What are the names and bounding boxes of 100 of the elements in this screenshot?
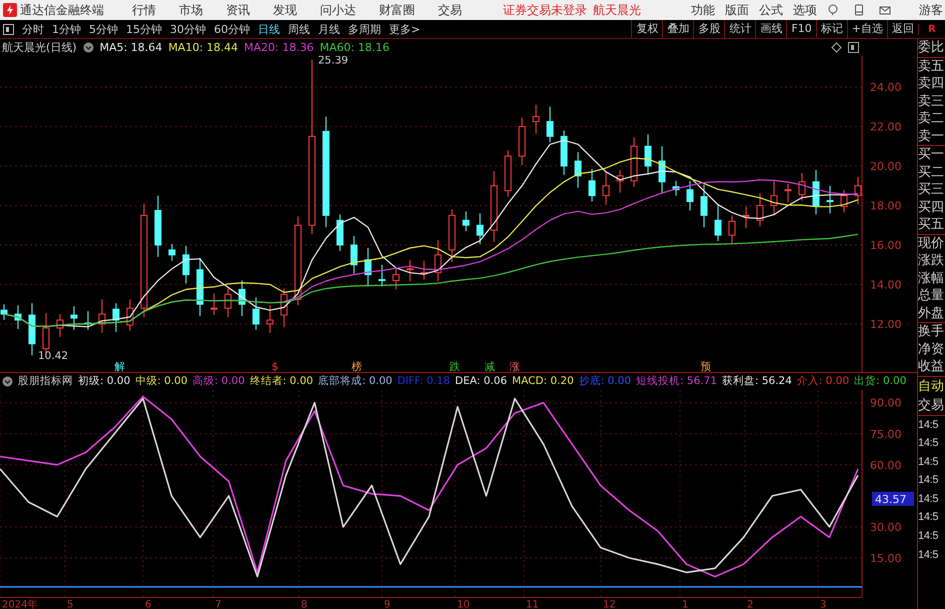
quote-field-label: 净资 [918, 340, 945, 358]
quote-field-label: 买一 [918, 146, 945, 164]
moving-average-value: MA60: 18.16 [320, 40, 390, 54]
quote-field-label: 卖一 [918, 128, 945, 145]
toolbar-button[interactable]: 复权 [631, 20, 662, 38]
signal-marker: 减 [484, 360, 496, 372]
flag-label: R [918, 24, 945, 34]
menu-item[interactable]: 财富圈 [379, 2, 415, 18]
quote-field-label: 收益 [918, 358, 945, 376]
indicator-value: DIFF: 0.18 [397, 375, 450, 388]
panel-toggle-icon[interactable] [848, 42, 859, 53]
period-tab[interactable]: 多周期 [344, 22, 385, 36]
price-axis-label: 16.00 [870, 238, 902, 252]
app-logo-icon [3, 3, 17, 17]
app-title: 通达信金融终端 [20, 2, 104, 18]
toolbar-button[interactable]: 画线 [755, 20, 786, 38]
trade-time: 14:5 [918, 436, 940, 452]
quote-field-label: 买二 [918, 164, 945, 181]
indicator-axis-label: 60.00 [870, 458, 902, 472]
price-axis-label: 22.00 [870, 120, 902, 134]
indicator-axis-label: 30.00 [870, 520, 902, 534]
toolbar-button[interactable]: F10 [786, 20, 816, 38]
indicator-value: MACD: 0.20 [512, 375, 574, 388]
period-tab[interactable]: 月线 [314, 22, 344, 36]
period-tab[interactable]: 5分钟 [85, 22, 122, 36]
indicator-value: DEA: 0.06 [455, 375, 508, 388]
function-menu-item[interactable]: 功能 [691, 2, 715, 18]
stock-name: 航天晨光 [593, 2, 641, 18]
diamond-icon[interactable] [831, 42, 842, 53]
indicator-value: 获利盘: 56.24 [722, 374, 792, 388]
dropdown-icon[interactable] [82, 42, 94, 53]
date-axis-label: 5 [67, 600, 74, 609]
signal-marker: 跌 [450, 360, 460, 372]
date-axis-label: 2 [747, 600, 754, 609]
toolbar-button[interactable]: 统计 [724, 20, 756, 38]
menu-item[interactable]: 发现 [273, 2, 297, 18]
indicator-value: 高级: 0.00 [192, 374, 245, 388]
date-axis-label: 2024年 [2, 600, 38, 609]
indicator-value: 终结者: 0.00 [250, 374, 314, 388]
trade-mode-label[interactable]: 自动 [918, 376, 945, 396]
indicator-axis-label: 75.00 [870, 428, 902, 441]
indicator-axis-label: 15.00 [870, 552, 902, 565]
toolbar-button[interactable]: +自选 [846, 20, 887, 38]
period-tab[interactable]: 日线 [254, 22, 284, 36]
menu-item[interactable]: 行情 [132, 2, 156, 18]
panel-toggle-icon[interactable] [3, 24, 14, 34]
moving-average-value: MA20: 18.36 [244, 40, 314, 54]
indicator-name: 股朋指标网 [18, 374, 73, 388]
indicator-value: 出货: 0.00 [854, 374, 906, 388]
trade-time: 14:5 [918, 529, 940, 544]
price-axis-label: 14.00 [870, 278, 902, 292]
date-axis-label: 6 [145, 600, 152, 609]
quote-field-label: 换手 [918, 323, 945, 340]
dropdown-icon[interactable] [2, 376, 13, 387]
toolbar-button[interactable]: 返回 [887, 20, 918, 38]
period-tab[interactable]: 分时 [18, 22, 48, 36]
indicator-value: 介入: 0.00 [796, 374, 850, 388]
toolbar-button[interactable]: 标记 [816, 20, 847, 38]
quote-field-label: 买五 [918, 216, 945, 234]
quote-field-label: 委比 [918, 39, 945, 56]
current-value-tag: 43.57 [872, 492, 914, 506]
indicator-axis-label: 90.00 [870, 396, 902, 410]
mail-icon[interactable] [879, 4, 891, 16]
menu-item[interactable]: 问小达 [320, 2, 356, 18]
period-tab[interactable]: 更多> [385, 22, 424, 36]
period-tab[interactable]: 1分钟 [48, 22, 85, 36]
period-tab[interactable]: 15分钟 [122, 22, 166, 36]
menu-item[interactable]: 交易 [438, 2, 462, 18]
period-tab[interactable]: 60分钟 [210, 22, 254, 36]
signal-marker: 涨 [510, 360, 520, 372]
date-axis-label: 11 [526, 600, 539, 609]
toolbar-button[interactable]: 多股 [693, 20, 724, 38]
quote-field-label: 卖二 [918, 110, 945, 128]
user-label[interactable]: 游客 [919, 2, 943, 18]
quote-field-label: 买三 [918, 181, 945, 198]
trade-time: 14:5 [918, 418, 940, 432]
login-status[interactable]: 证券交易未登录 [503, 2, 587, 18]
menu-item[interactable]: 资讯 [226, 2, 250, 18]
quote-field-label: 卖三 [918, 92, 945, 110]
quote-field-label: 涨跌 [918, 252, 945, 270]
price-axis-label: 18.00 [870, 199, 902, 212]
quote-field-label: 卖四 [918, 75, 945, 92]
price-high-label: 25.39 [318, 56, 348, 66]
period-tab[interactable]: 30分钟 [166, 22, 210, 36]
function-menu-item[interactable]: 版面 [725, 2, 749, 18]
date-axis-label: 9 [384, 600, 390, 609]
signal-marker: 预 [700, 360, 712, 372]
period-tab[interactable]: 周线 [284, 22, 314, 36]
signal-marker: 解 [114, 360, 126, 372]
function-menu-item[interactable]: 公式 [759, 2, 783, 18]
price-axis-label: 20.00 [870, 160, 902, 173]
trade-time: 14:5 [918, 510, 940, 526]
function-menu-item[interactable]: 选项 [793, 2, 817, 18]
toolbar-button[interactable]: 叠加 [662, 20, 694, 38]
menu-item[interactable]: 市场 [179, 2, 203, 18]
chat-icon[interactable] [827, 4, 839, 16]
phone-icon[interactable] [853, 4, 865, 16]
indicator-value: 中级: 0.00 [135, 374, 188, 388]
indicator-value: 短线投机: 56.71 [636, 374, 717, 388]
quote-field-label: 总量 [918, 287, 945, 304]
